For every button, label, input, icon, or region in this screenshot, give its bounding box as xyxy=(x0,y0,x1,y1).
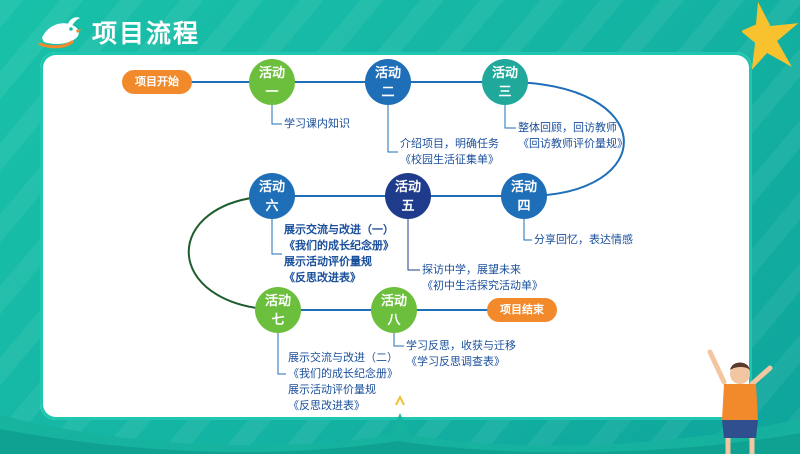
svg-text:活动: 活动 xyxy=(259,65,285,81)
activity-node-4: 活动 四 xyxy=(501,173,547,219)
caption-activity-7: 展示交流与改进（二） 《我们的成长纪念册》 展示活动评价量规 《反思改进表》 xyxy=(288,350,398,414)
caption-activity-6: 展示交流与改进（一） 《我们的成长纪念册》 展示活动评价量规 《反思改进表》 xyxy=(284,222,394,286)
caption-line: 分享回忆，表达情感 xyxy=(534,233,633,246)
activity-node-7: 活动 七 xyxy=(255,287,301,333)
flow-diagram: 活动 一 活动 二 活动 三 活动 四 活动 五 活动 六 活动 七 活动 八 xyxy=(180,59,625,375)
leader-a5 xyxy=(407,212,420,271)
activity-node-3: 活动 三 xyxy=(482,59,528,105)
caption-line: 《回访教师评价量规》 xyxy=(518,137,628,150)
caption-activity-2: 介绍项目，明确任务 《校园生活征集单》 xyxy=(400,136,499,168)
caption-line: 《反思改进表》 xyxy=(288,399,365,412)
caption-line: 展示交流与改进（二） xyxy=(288,351,398,364)
caption-line: 《学习反思调查表》 xyxy=(406,355,505,368)
caption-activity-4: 分享回忆，表达情感 xyxy=(534,232,633,248)
project-start-label: 项目开始 xyxy=(122,70,192,94)
svg-text:活动: 活动 xyxy=(511,179,537,195)
svg-text:一: 一 xyxy=(265,85,278,100)
svg-text:活动: 活动 xyxy=(492,65,518,81)
caption-line: 介绍项目，明确任务 xyxy=(400,137,499,150)
caption-line: 《初中生活探究活动单》 xyxy=(422,279,543,292)
svg-text:活动: 活动 xyxy=(375,65,401,81)
caption-line: 探访中学，展望未来 xyxy=(422,263,521,276)
activity-node-1: 活动 一 xyxy=(249,59,295,105)
caption-line: 学习反思，收获与迁移 xyxy=(406,339,516,352)
caption-line: 学习课内知识 xyxy=(284,117,350,130)
activity-node-5: 活动 五 xyxy=(385,173,431,219)
svg-text:三: 三 xyxy=(498,85,511,100)
caption-activity-1: 学习课内知识 xyxy=(284,116,350,132)
svg-text:六: 六 xyxy=(265,198,278,214)
activity-node-8: 活动 八 xyxy=(371,287,417,333)
svg-text:活动: 活动 xyxy=(381,293,407,309)
caption-activity-8: 学习反思，收获与迁移 《学习反思调查表》 xyxy=(406,338,516,370)
caption-line: 展示活动评价量规 xyxy=(288,383,376,396)
caption-line: 《我们的成长纪念册》 xyxy=(284,239,394,252)
caption-activity-3: 整体回顾，回访教师 《回访教师评价量规》 xyxy=(518,120,628,152)
activity-node-6: 活动 六 xyxy=(249,173,295,219)
project-end-label: 项目结束 xyxy=(487,298,557,322)
caption-line: 展示活动评价量规 xyxy=(284,255,372,268)
caption-line: 展示交流与改进（一） xyxy=(284,223,394,236)
svg-text:活动: 活动 xyxy=(265,293,291,309)
svg-text:七: 七 xyxy=(271,313,284,328)
leader-a7 xyxy=(277,326,286,375)
svg-text:活动: 活动 xyxy=(259,179,285,195)
activity-node-2: 活动 二 xyxy=(365,59,411,105)
svg-text:活动: 活动 xyxy=(395,179,421,195)
child-illustration xyxy=(707,349,773,454)
svg-text:八: 八 xyxy=(386,313,401,328)
caption-line: 《我们的成长纪念册》 xyxy=(288,367,398,380)
svg-text:二: 二 xyxy=(381,85,394,100)
caption-line: 整体回顾，回访教师 xyxy=(518,121,617,134)
caption-line: 《反思改进表》 xyxy=(284,271,361,284)
svg-text:五: 五 xyxy=(401,199,414,214)
caption-line: 《校园生活征集单》 xyxy=(400,153,499,166)
svg-text:四: 四 xyxy=(517,199,530,214)
caption-activity-5: 探访中学，展望未来 《初中生活探究活动单》 xyxy=(422,262,543,294)
